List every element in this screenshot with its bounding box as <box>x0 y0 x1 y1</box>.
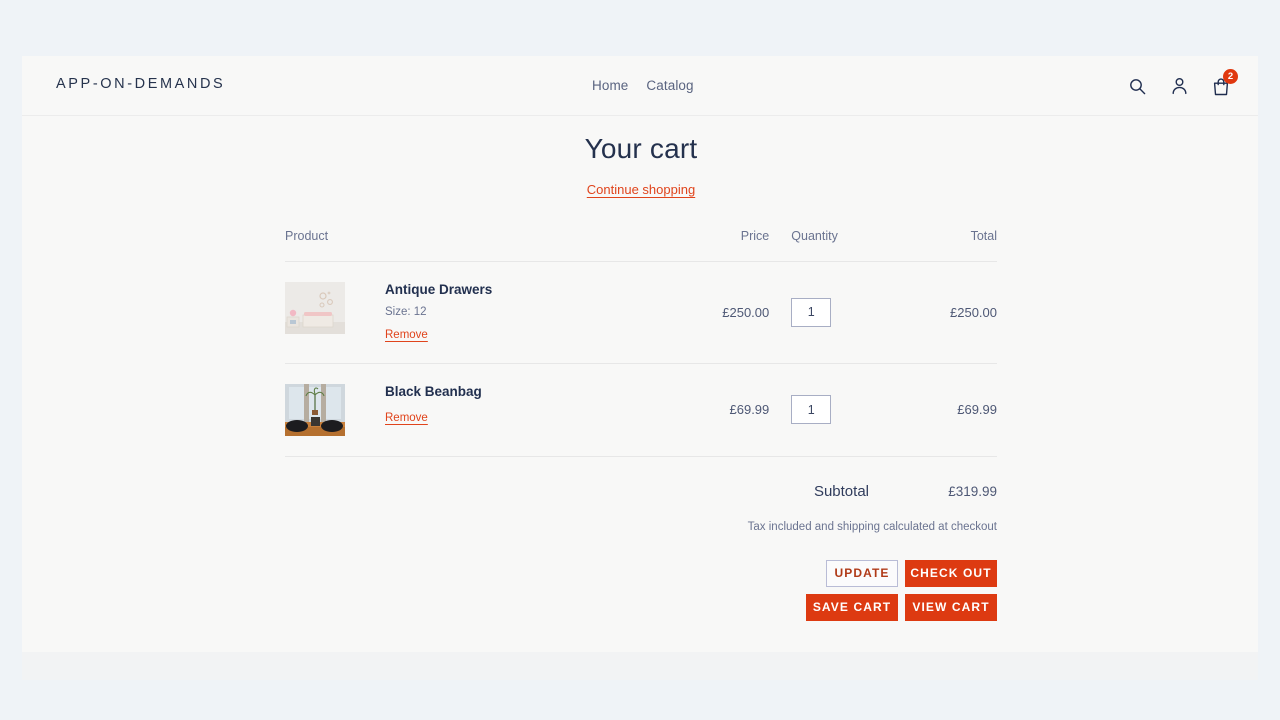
cart-table-header: Product Price Quantity Total <box>285 229 997 262</box>
checkout-button[interactable]: CHECK OUT <box>905 559 997 587</box>
view-cart-button[interactable]: VIEW CART <box>905 593 997 621</box>
account-icon[interactable] <box>1166 72 1192 100</box>
search-icon[interactable] <box>1124 72 1150 100</box>
browser-content-area: APP-ON-DEMANDS Home Catalog 2 Your cart … <box>22 56 1258 652</box>
column-header-product: Product <box>285 229 329 243</box>
cart-item-variant: Size: 12 <box>385 305 427 318</box>
cart-container: Your cart Continue shopping Product Pric… <box>285 135 997 621</box>
cart-item-title[interactable]: Black Beanbag <box>385 384 482 400</box>
cart-table-body: Antique Drawers Size: 12 Remove £250.00 … <box>285 262 997 457</box>
subtotal-row: Subtotal £319.99 <box>285 483 997 500</box>
cart-item-quantity-cell <box>769 262 898 364</box>
cart-item-product-cell: Antique Drawers Size: 12 Remove <box>285 262 672 364</box>
cart-action-row-secondary: SAVE CART VIEW CART <box>806 593 997 621</box>
column-header-total: Total <box>970 229 997 243</box>
table-row: Antique Drawers Size: 12 Remove £250.00 … <box>285 262 997 364</box>
remove-item-link[interactable]: Remove <box>385 329 428 341</box>
cart-action-row-primary: UPDATE CHECK OUT <box>826 559 997 587</box>
save-cart-button[interactable]: SAVE CART <box>806 593 898 621</box>
site-header: APP-ON-DEMANDS Home Catalog 2 <box>22 56 1258 116</box>
cart-action-buttons: UPDATE CHECK OUT SAVE CART VIEW CART <box>285 559 997 621</box>
column-header-price: Price <box>740 229 770 243</box>
cart-count-badge: 2 <box>1223 69 1238 84</box>
main-navigation: Home Catalog <box>592 78 694 93</box>
brand-logo[interactable]: APP-ON-DEMANDS <box>56 76 225 92</box>
column-header-quantity: Quantity <box>791 229 838 243</box>
nav-link-home[interactable]: Home <box>592 78 628 93</box>
page-title: Your cart <box>584 133 698 164</box>
header-actions: 2 <box>1124 69 1238 100</box>
cart-item-quantity-cell <box>769 363 898 456</box>
quantity-input[interactable] <box>791 297 832 327</box>
cart-icon[interactable]: 2 <box>1208 69 1238 100</box>
subtotal-label: Subtotal <box>813 482 869 500</box>
continue-shopping-link[interactable]: Continue shopping <box>587 182 695 197</box>
cart-totals: Subtotal £319.99 Tax included and shippi… <box>285 483 997 533</box>
subtotal-value: £319.99 <box>948 483 997 499</box>
cart-item-total: £69.99 <box>957 402 997 418</box>
continue-shopping-wrap: Continue shopping <box>285 181 997 199</box>
cart-item-price: £69.99 <box>729 402 770 418</box>
product-thumbnail-antique-drawers[interactable] <box>285 282 345 334</box>
tax-shipping-note: Tax included and shipping calculated at … <box>747 520 997 533</box>
cart-item-title[interactable]: Antique Drawers <box>385 282 492 298</box>
update-cart-button[interactable]: UPDATE <box>826 559 898 587</box>
remove-item-link[interactable]: Remove <box>385 412 428 424</box>
cart-item-product-cell: Black Beanbag Remove <box>285 363 672 456</box>
table-row: Black Beanbag Remove £69.99 £69.99 <box>285 363 997 457</box>
quantity-input[interactable] <box>791 395 832 425</box>
cart-item-price: £250.00 <box>722 304 770 320</box>
cart-table: Product Price Quantity Total Antique Dra… <box>285 229 997 457</box>
cart-item-total: £250.00 <box>950 304 997 320</box>
nav-link-catalog[interactable]: Catalog <box>646 78 693 93</box>
page-footer-strip <box>22 652 1258 680</box>
product-thumbnail-black-beanbag[interactable] <box>285 383 345 436</box>
